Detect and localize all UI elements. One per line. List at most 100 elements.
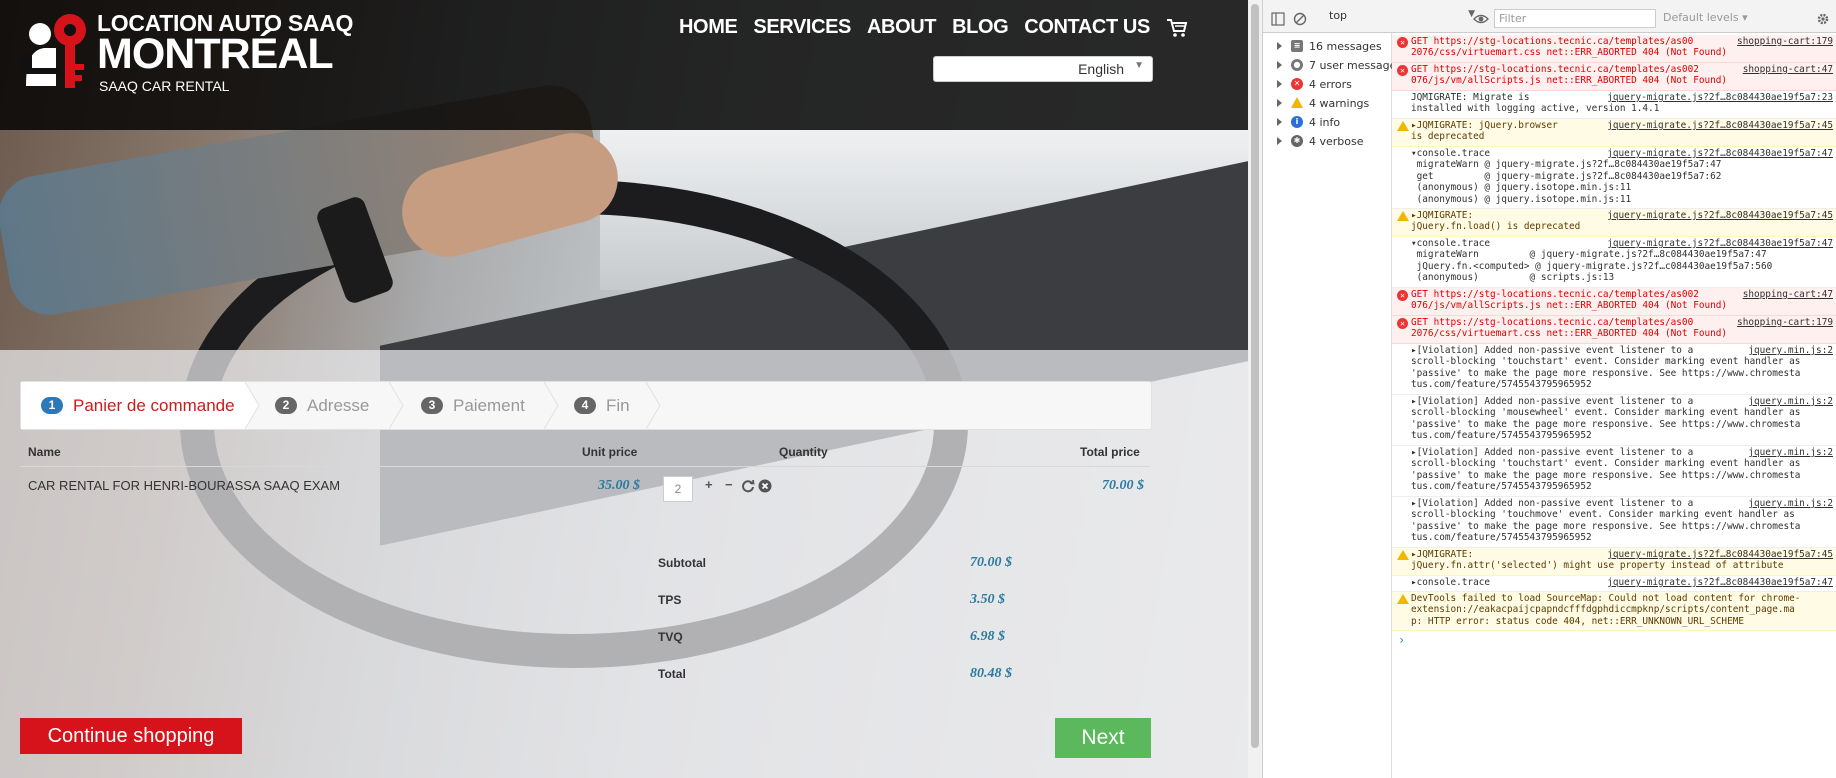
console-source-link[interactable]: jquery-migrate.js?2f…8c084430ae19f5a7:47: [1603, 148, 1833, 160]
step-separator-chevron-icon: [646, 382, 661, 429]
console-message[interactable]: ▸JQMIGRATE: jQuery.fn.attr('selected') m…: [1392, 548, 1836, 576]
nav-home[interactable]: HOME: [679, 16, 738, 39]
console-message[interactable]: ✕ GET https://stg-locations.tecnic.ca/tem…: [1392, 288, 1836, 316]
filter-placeholder: Filter: [1499, 12, 1527, 25]
tps-label: TPS: [658, 593, 682, 607]
nav-services[interactable]: SERVICES: [753, 16, 851, 39]
console-message[interactable]: ▾console.trace migrateWarn @ jquery-migr…: [1392, 147, 1836, 209]
step-finish[interactable]: 4 Fin: [574, 382, 630, 429]
step-label: Adresse: [307, 395, 370, 415]
cart-icon[interactable]: [1166, 18, 1188, 38]
quantity-input[interactable]: 2: [663, 476, 693, 502]
step-number: 3: [421, 397, 443, 414]
console-source-link[interactable]: jquery.min.js:2: [1744, 396, 1833, 408]
console-message[interactable]: ▸[Violation] Added non-passive event lis…: [1392, 395, 1836, 446]
console-source-link[interactable]: shopping-cart:47: [1738, 64, 1833, 76]
console-source-link[interactable]: jquery-migrate.js?2f…8c084430ae19f5a7:45: [1603, 549, 1833, 561]
page-scrollbar[interactable]: [1248, 0, 1262, 778]
console-message[interactable]: ▸JQMIGRATE: jQuery.browser is deprecated…: [1392, 119, 1836, 147]
console-log: ✕ GET https://stg-locations.tecnic.ca/tem…: [1392, 33, 1836, 778]
console-source-link[interactable]: shopping-cart:47: [1738, 289, 1833, 301]
eye-icon[interactable]: [1473, 12, 1489, 26]
console-source-link[interactable]: jquery.min.js:2: [1744, 498, 1833, 510]
console-message[interactable]: ▸console.trace jquery-migrate.js?2f…8c084…: [1392, 576, 1836, 592]
console-source-link[interactable]: jquery-migrate.js?2f…8c084430ae19f5a7:23: [1603, 92, 1833, 104]
console-source-link[interactable]: jquery-migrate.js?2f…8c084430ae19f5a7:47: [1603, 238, 1833, 250]
total-value: 80.48 $: [970, 666, 1012, 681]
scrollbar-thumb[interactable]: [1251, 4, 1259, 748]
step-address[interactable]: 2 Adresse: [275, 382, 369, 429]
quantity-plus-button[interactable]: +: [705, 477, 713, 492]
site-header: LOCATION AUTO SAAQ MONTRÉAL SAAQ CAR REN…: [0, 0, 1248, 130]
console-prompt-icon[interactable]: ›: [1398, 633, 1405, 647]
language-select[interactable]: English ▼: [933, 56, 1153, 82]
subtotal-value: 70.00 $: [970, 555, 1012, 570]
clear-console-icon[interactable]: [1293, 12, 1307, 26]
quantity-minus-button[interactable]: −: [725, 477, 733, 492]
console-message[interactable]: ✕ GET https://stg-locations.tecnic.ca/tem…: [1392, 35, 1836, 63]
context-selector-value: top: [1329, 9, 1348, 22]
sidebar-item-warnings[interactable]: 4 warnings: [1263, 94, 1391, 114]
subtotal-label: Subtotal: [658, 556, 706, 570]
unit-price: 35.00 $: [598, 478, 640, 493]
console-source-link[interactable]: shopping-cart:179: [1733, 317, 1833, 329]
warning-icon: [1291, 97, 1303, 108]
context-selector[interactable]: top ▼: [1329, 9, 1479, 27]
sidebar-item-verbose[interactable]: ✱ 4 verbose: [1263, 132, 1391, 152]
expand-arrow-icon: [1277, 137, 1282, 145]
console-message[interactable]: ▾console.trace migrateWarn @ jquery-migr…: [1392, 237, 1836, 288]
refresh-icon[interactable]: [741, 479, 755, 493]
console-source-link[interactable]: jquery.min.js:2: [1744, 345, 1833, 357]
console-filter-input[interactable]: Filter: [1494, 9, 1656, 28]
console-source-link[interactable]: jquery-migrate.js?2f…8c084430ae19f5a7:45: [1603, 120, 1833, 132]
website-viewport: LOCATION AUTO SAAQ MONTRÉAL SAAQ CAR REN…: [0, 0, 1248, 778]
console-source-link[interactable]: jquery-migrate.js?2f…8c084430ae19f5a7:45: [1603, 210, 1833, 222]
expand-arrow-icon: [1277, 42, 1282, 50]
tvq-value: 6.98 $: [970, 629, 1005, 644]
sidebar-item-errors[interactable]: ✕ 4 errors: [1263, 75, 1391, 95]
step-label: Panier de commande: [73, 395, 235, 415]
console-source-link[interactable]: jquery.min.js:2: [1744, 447, 1833, 459]
console-message[interactable]: ▸[Violation] Added non-passive event lis…: [1392, 446, 1836, 497]
gear-icon[interactable]: [1816, 12, 1830, 26]
checkout-steps: 1 Panier de commande 2 Adresse 3 Paiement 4…: [20, 381, 1152, 430]
step-number: 4: [574, 397, 596, 414]
step-number: 2: [275, 397, 297, 414]
warning-icon: [1397, 211, 1409, 221]
sidebar-item-messages[interactable]: ≡ 16 messages: [1263, 37, 1391, 57]
col-header-name: Name: [28, 445, 61, 459]
devtools-panel: top ▼ Filter Default levels ▾ ≡ 16 message…: [1262, 0, 1836, 778]
expand-arrow-icon: [1277, 118, 1282, 126]
step-cart[interactable]: 1 Panier de commande: [41, 382, 235, 429]
sidebar-item-label: 4 errors: [1309, 78, 1352, 91]
step-separator-chevron-icon: [245, 382, 260, 429]
console-message[interactable]: ▸JQMIGRATE: jQuery.fn.load() is deprecat…: [1392, 209, 1836, 237]
sidebar-item-info[interactable]: i 4 info: [1263, 113, 1391, 133]
col-header-unit-price: Unit price: [582, 445, 638, 459]
console-message[interactable]: JQMIGRATE: Migrate is installed with log…: [1392, 91, 1836, 119]
remove-item-icon[interactable]: [758, 479, 772, 493]
console-message[interactable]: ✕ GET https://stg-locations.tecnic.ca/tem…: [1392, 316, 1836, 344]
next-button[interactable]: Next: [1055, 718, 1151, 758]
console-message[interactable]: ▸[Violation] Added non-passive event lis…: [1392, 497, 1836, 548]
col-header-total-price: Total price: [1080, 445, 1140, 459]
log-levels-dropdown[interactable]: Default levels ▾: [1663, 11, 1748, 24]
sidebar-toggle-icon[interactable]: [1271, 12, 1285, 26]
total-label: Total: [658, 667, 686, 681]
console-message[interactable]: ▸[Violation] Added non-passive event lis…: [1392, 344, 1836, 395]
row-total-price: 70.00 $: [1102, 478, 1144, 493]
console-source-link[interactable]: shopping-cart:179: [1733, 36, 1833, 48]
step-payment[interactable]: 3 Paiement: [421, 382, 525, 429]
site-logo[interactable]: LOCATION AUTO SAAQ MONTRÉAL SAAQ CAR REN…: [22, 10, 353, 96]
console-message[interactable]: DevTools failed to load SourceMap: Could…: [1392, 592, 1836, 631]
nav-contact-us[interactable]: CONTACT US: [1024, 16, 1150, 39]
user-icon: ●: [1291, 59, 1303, 71]
col-header-quantity: Quantity: [779, 445, 828, 459]
nav-blog[interactable]: BLOG: [952, 16, 1009, 39]
console-message[interactable]: ✕ GET https://stg-locations.tecnic.ca/tem…: [1392, 63, 1836, 91]
expand-arrow-icon: [1277, 61, 1282, 69]
console-source-link[interactable]: jquery-migrate.js?2f…8c084430ae19f5a7:47: [1603, 577, 1833, 589]
sidebar-item-user-messages[interactable]: ● 7 user messages: [1263, 56, 1402, 76]
continue-shopping-button[interactable]: Continue shopping: [20, 718, 242, 754]
nav-about[interactable]: ABOUT: [867, 16, 937, 39]
